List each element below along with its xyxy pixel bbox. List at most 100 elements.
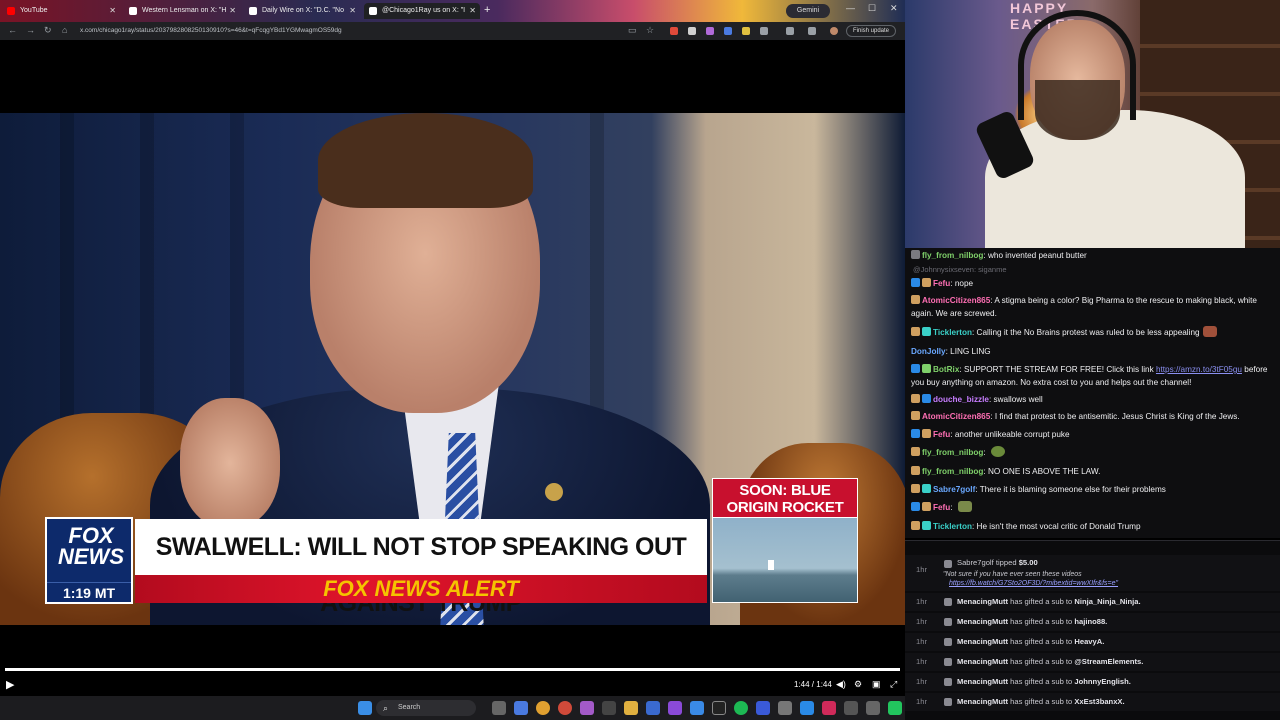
- extension-icon[interactable]: [742, 27, 750, 35]
- app-icon[interactable]: [580, 701, 594, 715]
- video-progress-bar[interactable]: [5, 668, 900, 671]
- badge-icon: [922, 364, 931, 373]
- chat-message: BotRix: SUPPORT THE STREAM FOR FREE! Cli…: [911, 364, 1268, 387]
- install-icon[interactable]: ▭: [628, 25, 637, 36]
- gift-icon: [944, 598, 952, 606]
- home-icon[interactable]: ⌂: [62, 25, 67, 35]
- back-icon[interactable]: ←: [8, 25, 17, 35]
- close-icon[interactable]: ✕: [349, 3, 356, 19]
- x-icon: [249, 7, 257, 15]
- app-icon[interactable]: [668, 701, 682, 715]
- app-icon[interactable]: [866, 701, 880, 715]
- badge-icon: [911, 327, 920, 336]
- close-icon[interactable]: ✕: [229, 3, 236, 19]
- file-explorer-icon[interactable]: [624, 701, 638, 715]
- download-icon[interactable]: [808, 27, 816, 35]
- badge-icon: [922, 278, 931, 287]
- close-icon[interactable]: ✕: [469, 3, 476, 19]
- app-icon[interactable]: [800, 701, 814, 715]
- gift-sub-event: 1hr MenacingMutt has gifted a sub to @St…: [905, 653, 1280, 671]
- badge-icon: [911, 411, 920, 420]
- new-tab-button[interactable]: +: [484, 3, 490, 17]
- badge-icon: [922, 327, 931, 336]
- youtube-icon: [7, 7, 15, 15]
- gift-sub-event: 1hr MenacingMutt has gifted a sub to haj…: [905, 613, 1280, 631]
- badge-icon: [911, 394, 920, 403]
- close-window-icon[interactable]: ✕: [890, 3, 898, 14]
- extension-icon[interactable]: [670, 27, 678, 35]
- address-bar: ← → ↻ ⌂ x.com/chicago1ray/status/2037982…: [0, 22, 905, 40]
- obs-icon[interactable]: [712, 701, 726, 715]
- chrome-icon[interactable]: [536, 701, 550, 715]
- rocket-launch-preview: [712, 518, 858, 603]
- badge-icon: [911, 502, 920, 511]
- pip-icon[interactable]: ▣: [872, 679, 881, 690]
- app-icon[interactable]: [888, 701, 902, 715]
- tab-chicago1ray[interactable]: @Chicago1Ray us on X: "I ✕: [364, 3, 480, 19]
- sidebar-icon[interactable]: [786, 27, 794, 35]
- tab-western-lensman[interactable]: Western Lensman on X: "H ✕: [124, 3, 240, 19]
- chat-message: fly_from_nilbog:: [911, 446, 1273, 459]
- chat-message: Ticklerton: Calling it the No Brains pro…: [911, 326, 1273, 339]
- url-field[interactable]: x.com/chicago1ray/status/203798280825013…: [80, 25, 620, 37]
- play-icon[interactable]: ▶: [6, 678, 14, 691]
- extension-icon[interactable]: [706, 27, 714, 35]
- gemini-button[interactable]: Gemini: [786, 4, 830, 18]
- app-icon[interactable]: [756, 701, 770, 715]
- finish-update-button[interactable]: Finish update: [846, 25, 897, 37]
- badge-icon: [911, 466, 920, 475]
- volume-icon[interactable]: ◀): [836, 679, 846, 690]
- rocket-icon: [768, 560, 774, 570]
- badge-icon: [911, 250, 920, 259]
- gift-sub-event: 1hr MenacingMutt has gifted a sub to XxE…: [905, 693, 1280, 711]
- avatar[interactable]: [830, 27, 838, 35]
- tab-label: Western Lensman on X: "H: [142, 7, 227, 14]
- gift-icon: [944, 618, 952, 626]
- spotify-icon[interactable]: [734, 701, 748, 715]
- gift-sub-event: 1hr MenacingMutt has gifted a sub to Hea…: [905, 633, 1280, 651]
- taskbar-search[interactable]: ⌕ Search: [376, 700, 476, 716]
- badge-icon: [922, 394, 931, 403]
- bookmark-star-icon[interactable]: ☆: [646, 25, 654, 36]
- reload-icon[interactable]: ↻: [44, 25, 52, 36]
- minimize-icon[interactable]: —: [846, 3, 855, 13]
- maximize-icon[interactable]: ☐: [868, 3, 876, 14]
- settings-gear-icon[interactable]: ⚙: [854, 679, 862, 690]
- forward-icon[interactable]: →: [26, 25, 35, 35]
- emote-icon: [1202, 326, 1217, 337]
- tip-link[interactable]: https://fb.watch/G7Sto2OF3D/?mibextid=ww…: [949, 580, 1118, 587]
- headphones: [1018, 10, 1136, 120]
- windows-taskbar: ⌕ Search: [0, 696, 905, 720]
- windows-start-icon[interactable]: [358, 701, 372, 715]
- app-icon[interactable]: [690, 701, 704, 715]
- task-view-icon[interactable]: [492, 701, 506, 715]
- chat-message: AtomicCitizen865: A stigma being a color…: [911, 295, 1257, 318]
- app-icon[interactable]: [602, 701, 616, 715]
- chat-link[interactable]: https://amzn.to/3tF05gu: [1156, 365, 1242, 374]
- tab-youtube[interactable]: YouTube ✕: [2, 3, 120, 19]
- badge-icon: [911, 447, 920, 456]
- speaker-hand: [180, 398, 280, 528]
- fullscreen-icon[interactable]: ⤢: [890, 679, 897, 690]
- extension-icon[interactable]: [724, 27, 732, 35]
- app-icon[interactable]: [646, 701, 660, 715]
- chrome-icon[interactable]: [558, 701, 572, 715]
- events-feed: 1hr Sabre7golf tipped $5.00 "Not sure if…: [905, 540, 1280, 720]
- edge-icon[interactable]: [514, 701, 528, 715]
- soon-promo-box: SOON: BLUE ORIGIN ROCKET LAUNCH: [712, 478, 858, 533]
- search-label: Search: [398, 704, 421, 711]
- app-icon[interactable]: [778, 701, 792, 715]
- close-icon[interactable]: ✕: [109, 3, 116, 19]
- lapel-pin: [545, 483, 563, 501]
- app-icon[interactable]: [822, 701, 836, 715]
- extension-icon[interactable]: [688, 27, 696, 35]
- chat-message: douche_bizzle: swallows well: [911, 393, 1273, 406]
- extensions-puzzle-icon[interactable]: [760, 27, 768, 35]
- chat-message: Fefu: nope: [911, 277, 1273, 290]
- emote-icon: [957, 501, 972, 512]
- badge-icon: [911, 364, 920, 373]
- search-icon: ⌕: [383, 703, 389, 713]
- broadcast-time: 1:19 MT: [47, 582, 131, 602]
- app-icon[interactable]: [844, 701, 858, 715]
- tab-daily-wire[interactable]: Daily Wire on X: "D.C. "No ✕: [244, 3, 360, 19]
